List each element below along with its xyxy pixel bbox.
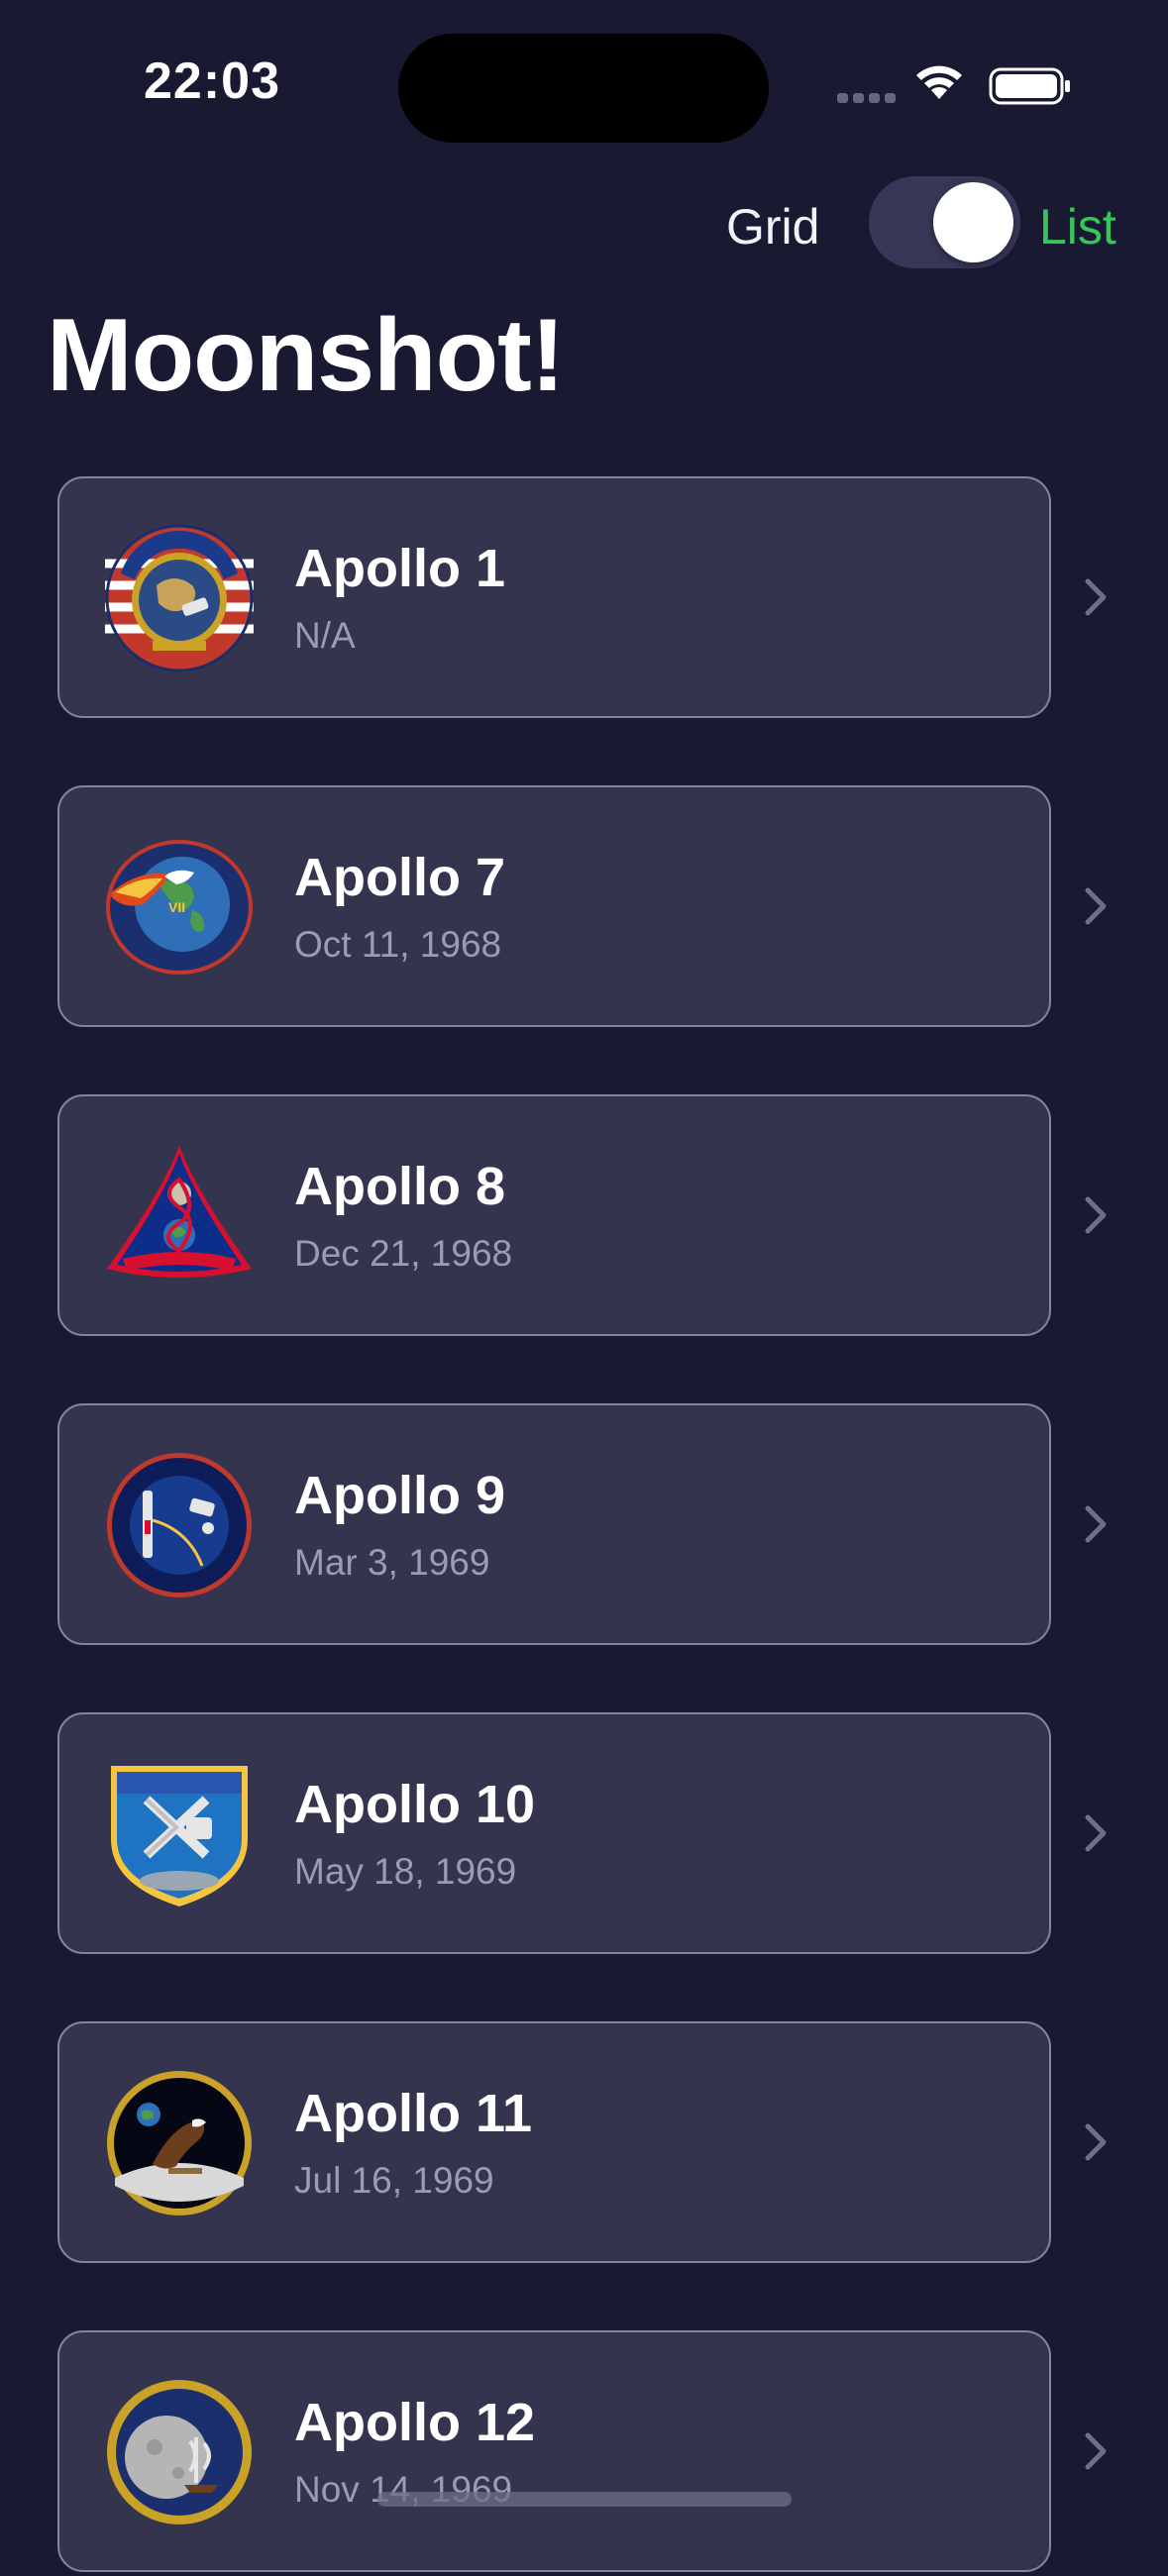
chevron-right-icon bbox=[1085, 1814, 1107, 1852]
mission-name: Apollo 1 bbox=[294, 539, 505, 598]
page-title: Moonshot! bbox=[47, 298, 565, 413]
mission-row[interactable]: Apollo 12 Nov 14, 1969 bbox=[0, 2330, 1168, 2576]
chevron-right-icon bbox=[1085, 2123, 1107, 2161]
mission-row[interactable]: Apollo 10 May 18, 1969 bbox=[0, 1712, 1168, 1958]
mission-row[interactable]: VII Apollo 7 Oct 11, 1968 bbox=[0, 785, 1168, 1031]
mission-date: Dec 21, 1968 bbox=[294, 1233, 513, 1274]
apollo-8-patch-icon bbox=[105, 1142, 254, 1290]
mission-name: Apollo 8 bbox=[294, 1157, 505, 1216]
list-label: List bbox=[1039, 199, 1116, 255]
dynamic-island bbox=[398, 34, 769, 143]
mission-row[interactable]: Apollo 8 Dec 21, 1968 bbox=[0, 1094, 1168, 1340]
battery-icon bbox=[989, 67, 1070, 105]
cellular-signal-icon bbox=[837, 93, 897, 103]
mission-name: Apollo 10 bbox=[294, 1775, 536, 1834]
mission-date: May 18, 1969 bbox=[294, 1851, 517, 1892]
chevron-right-icon bbox=[1085, 578, 1107, 616]
apollo-12-patch-icon bbox=[105, 2378, 254, 2526]
chevron-right-icon bbox=[1085, 1196, 1107, 1234]
apollo-10-patch-icon bbox=[105, 1760, 254, 1908]
grid-label: Grid bbox=[726, 199, 820, 255]
mission-name: Apollo 11 bbox=[294, 2084, 533, 2143]
mission-date: Jul 16, 1969 bbox=[294, 2160, 494, 2201]
apollo-1-patch-icon bbox=[105, 524, 254, 672]
mission-row[interactable]: Apollo 11 Jul 16, 1969 bbox=[0, 2021, 1168, 2267]
mission-row[interactable]: Apollo 1 N/A bbox=[0, 476, 1168, 722]
grid-list-switch[interactable] bbox=[869, 176, 1020, 268]
chevron-right-icon bbox=[1085, 887, 1107, 925]
home-indicator[interactable] bbox=[377, 2492, 792, 2507]
switch-knob[interactable] bbox=[933, 182, 1013, 262]
mission-name: Apollo 7 bbox=[294, 848, 505, 907]
mission-name: Apollo 9 bbox=[294, 1466, 505, 1525]
status-time: 22:03 bbox=[144, 52, 280, 110]
view-toggle-row: Grid List bbox=[0, 176, 1168, 275]
wifi-icon bbox=[916, 65, 962, 99]
apollo-7-patch-icon: VII bbox=[105, 833, 254, 981]
chevron-right-icon bbox=[1085, 1505, 1107, 1543]
mission-date: Mar 3, 1969 bbox=[294, 1542, 490, 1583]
svg-text:VII: VII bbox=[168, 899, 185, 915]
mission-date: Oct 11, 1968 bbox=[294, 924, 502, 965]
mission-row[interactable]: Apollo 9 Mar 3, 1969 bbox=[0, 1403, 1168, 1649]
chevron-right-icon bbox=[1085, 2432, 1107, 2470]
apollo-11-patch-icon bbox=[105, 2069, 254, 2217]
apollo-9-patch-icon bbox=[105, 1451, 254, 1599]
mission-date: N/A bbox=[294, 615, 356, 656]
status-bar: 22:03 bbox=[0, 0, 1168, 149]
mission-name: Apollo 12 bbox=[294, 2393, 536, 2452]
